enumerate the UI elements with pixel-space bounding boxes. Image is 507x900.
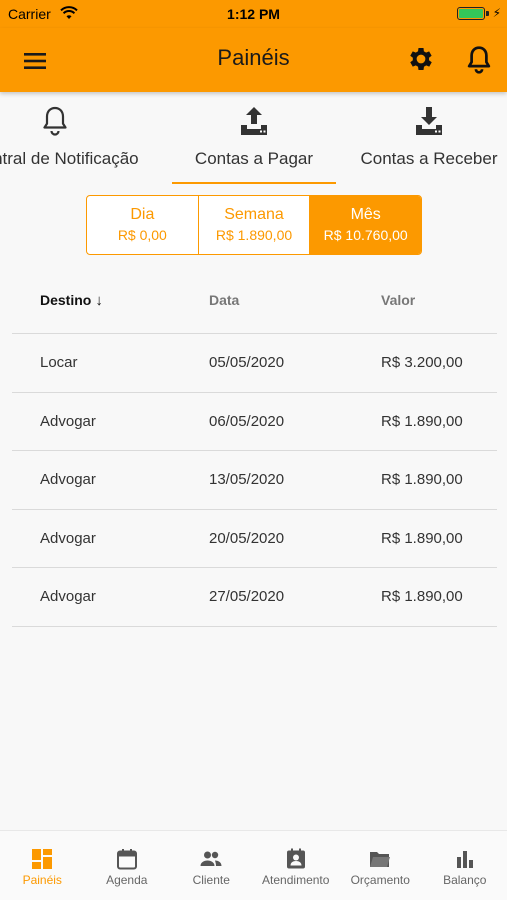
- nav-paineis[interactable]: Painéis: [0, 831, 85, 900]
- bell-outline-icon: [43, 106, 67, 136]
- cell-data: 27/05/2020: [209, 588, 285, 606]
- nav-label: Balanço: [443, 873, 487, 887]
- cell-valor: R$ 3.200,00: [381, 354, 463, 371]
- period-value: R$ 10.760,00: [323, 227, 408, 243]
- sort-down-arrow-icon: ↓: [95, 292, 103, 309]
- status-time: 1:12 PM: [227, 6, 280, 22]
- tab-label: Central de Notificação: [0, 149, 139, 168]
- cell-destino: Advogar: [40, 412, 96, 430]
- nav-balanco[interactable]: Balanço: [423, 831, 507, 900]
- cell-destino: Advogar: [40, 471, 96, 489]
- payables-table: Destino ↓ Data Valor Locar 05/05/2020 R$ …: [12, 275, 497, 627]
- table-row[interactable]: Advogar 06/05/2020 R$ 1.890,00: [12, 393, 497, 452]
- nav-label: Orçamento: [350, 873, 410, 887]
- folder-icon: [370, 852, 391, 867]
- tab-central-notificacao[interactable]: Central de Notificação: [0, 92, 170, 184]
- tab-contas-a-pagar[interactable]: Contas a Pagar: [172, 92, 336, 184]
- nav-label: Painéis: [22, 873, 62, 887]
- nav-atendimento[interactable]: Atendimento: [254, 831, 339, 900]
- cell-data: 05/05/2020: [209, 354, 285, 371]
- period-title: Mês: [350, 206, 381, 223]
- period-title: Dia: [130, 206, 155, 223]
- tab-label: Contas a Receber: [360, 149, 498, 168]
- calendar-icon: [116, 849, 137, 870]
- cell-data: 06/05/2020: [209, 412, 285, 430]
- table-row[interactable]: Advogar 13/05/2020 R$ 1.890,00: [12, 451, 497, 510]
- nav-label: Cliente: [192, 873, 230, 887]
- battery-tip: [486, 11, 489, 16]
- dashboard-icon: [32, 849, 53, 869]
- tab-bar: Central de Notificação Contas a Pagar Co…: [0, 92, 507, 184]
- nav-label: Atendimento: [262, 873, 330, 887]
- bar-chart-icon: [456, 851, 473, 868]
- charging-bolt-icon: ⚡: [492, 6, 501, 20]
- nav-agenda[interactable]: Agenda: [85, 831, 170, 900]
- cell-valor: R$ 1.890,00: [381, 529, 463, 547]
- cell-data: 20/05/2020: [209, 529, 285, 547]
- cell-valor: R$ 1.890,00: [381, 412, 463, 430]
- nav-cliente[interactable]: Cliente: [169, 831, 254, 900]
- upload-tray-icon: [241, 107, 267, 135]
- nav-label: Agenda: [106, 873, 148, 887]
- period-toggle: Dia R$ 0,00 Semana R$ 1.890,00 Mês R$ 10…: [86, 195, 422, 255]
- period-mes-button[interactable]: Mês R$ 10.760,00: [310, 196, 421, 254]
- cell-valor: R$ 1.890,00: [381, 588, 463, 606]
- column-header-valor[interactable]: Valor: [381, 292, 415, 308]
- period-semana-button[interactable]: Semana R$ 1.890,00: [199, 196, 311, 254]
- table-header: Destino ↓ Data Valor: [12, 275, 497, 334]
- table-row[interactable]: Advogar 20/05/2020 R$ 1.890,00: [12, 510, 497, 569]
- gear-icon: [410, 48, 432, 70]
- settings-button[interactable]: [406, 44, 436, 74]
- status-bar: Carrier 1:12 PM ⚡: [0, 0, 507, 28]
- cell-destino: Advogar: [40, 588, 96, 606]
- cell-destino: Locar: [40, 354, 78, 371]
- people-icon: [200, 851, 222, 866]
- tab-label: Contas a Pagar: [194, 149, 314, 168]
- period-dia-button[interactable]: Dia R$ 0,00: [87, 196, 199, 254]
- app-bar: Painéis: [0, 28, 507, 92]
- contact-card-icon: [286, 848, 305, 869]
- tab-contas-a-receber[interactable]: Contas a Receber: [346, 92, 507, 184]
- active-tab-indicator: [172, 182, 336, 184]
- period-title: Semana: [224, 206, 284, 223]
- cell-data: 13/05/2020: [209, 471, 285, 489]
- table-row[interactable]: Locar 05/05/2020 R$ 3.200,00: [12, 334, 497, 393]
- bottom-navigation: Painéis Agenda Cliente Atendimento Orçam…: [0, 830, 507, 900]
- download-tray-icon: [416, 107, 442, 135]
- cell-destino: Advogar: [40, 529, 96, 547]
- column-header-destino[interactable]: Destino ↓: [40, 292, 103, 309]
- battery-icon: [457, 7, 485, 20]
- column-header-data[interactable]: Data: [209, 292, 239, 308]
- cell-valor: R$ 1.890,00: [381, 471, 463, 489]
- header-label: Destino: [40, 292, 92, 308]
- period-value: R$ 0,00: [117, 227, 167, 243]
- period-value: R$ 1.890,00: [215, 227, 293, 243]
- bell-icon: [467, 46, 491, 74]
- table-row[interactable]: Advogar 27/05/2020 R$ 1.890,00: [12, 568, 497, 627]
- nav-orcamento[interactable]: Orçamento: [338, 831, 423, 900]
- notifications-button[interactable]: [464, 44, 494, 76]
